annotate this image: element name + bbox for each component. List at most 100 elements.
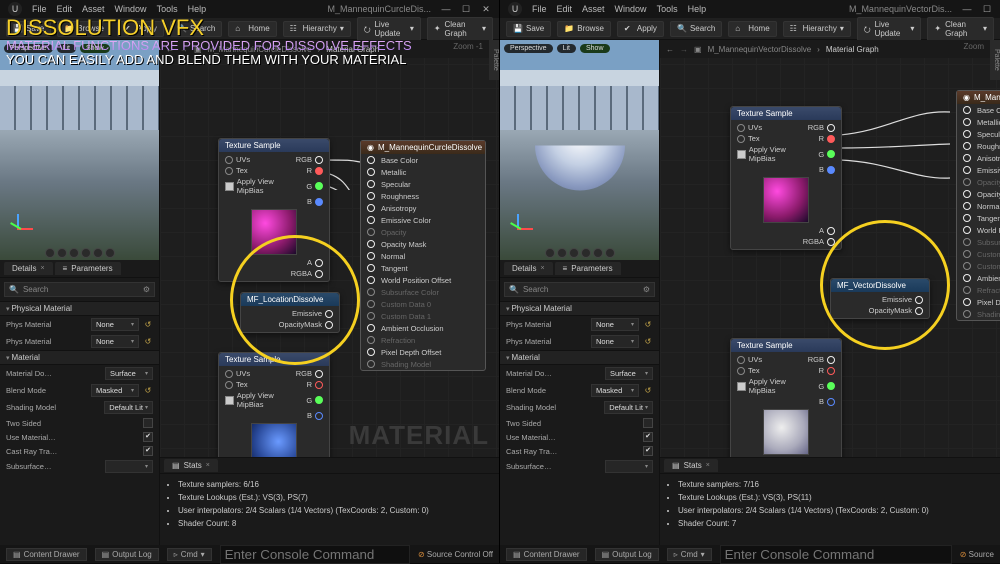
gear-icon[interactable]: ⚙ (643, 285, 650, 294)
usemat-checkbox[interactable] (643, 432, 653, 442)
reset-icon[interactable]: ↺ (143, 386, 153, 396)
minimize-icon[interactable]: — (962, 4, 972, 14)
gear-icon[interactable]: ⚙ (143, 285, 150, 294)
maximize-icon[interactable]: ☐ (982, 4, 992, 15)
menu-file[interactable]: File (532, 4, 547, 14)
tab-stats[interactable]: ▤Stats× (664, 459, 718, 472)
clean-graph-button[interactable]: ✦Clean Graph▾ (927, 17, 994, 41)
browse-button[interactable]: 📁Browse (557, 21, 611, 37)
domain-dropdown[interactable]: Surface (105, 367, 153, 380)
material-graph[interactable]: ← → ▣ M_MannequinVectorDissolve › Materi… (660, 40, 1000, 545)
reset-icon[interactable]: ↺ (643, 320, 653, 330)
reset-icon[interactable]: ↺ (643, 386, 653, 396)
texture-thumb[interactable] (763, 409, 809, 455)
output-log-button[interactable]: ▤Output Log (95, 548, 159, 561)
fwd-icon[interactable]: → (680, 45, 688, 54)
cmd-button[interactable]: ▹Cmd▾ (167, 548, 212, 561)
close-icon[interactable]: ✕ (481, 4, 491, 15)
castray-checkbox[interactable] (643, 446, 653, 456)
crumb-asset[interactable]: M_MannequinVectorDissolve (708, 45, 812, 54)
node-material-output[interactable]: ◉M_MannequinVectorDissolve Base Color Me… (956, 90, 1000, 321)
menu-window[interactable]: Window (615, 4, 647, 14)
content-drawer-button[interactable]: ▤Content Drawer (6, 548, 87, 561)
crumb-leaf[interactable]: Material Graph (826, 45, 879, 54)
maximize-icon[interactable]: ☐ (461, 4, 471, 15)
back-icon[interactable]: ← (666, 45, 674, 54)
menu-asset[interactable]: Asset (82, 4, 105, 14)
twosided-checkbox[interactable] (143, 418, 153, 428)
view-perspective[interactable]: Perspective (504, 44, 553, 53)
menu-asset[interactable]: Asset (582, 4, 605, 14)
details-search[interactable]: 🔍Search⚙ (504, 282, 655, 297)
output-log-button[interactable]: ▤Output Log (595, 548, 659, 561)
section-physical-material[interactable]: Physical Material (500, 301, 659, 316)
shading-dropdown[interactable]: Default Lit (104, 401, 153, 414)
material-graph[interactable]: ← → ▣ M_MannequinCurcleDissolve › Materi… (160, 40, 499, 545)
menu-file[interactable]: File (32, 4, 47, 14)
menu-help[interactable]: Help (688, 4, 707, 14)
texture-thumb[interactable] (251, 209, 297, 255)
minimize-icon[interactable]: — (441, 4, 451, 14)
console-input[interactable] (220, 545, 410, 564)
mip-checkbox[interactable] (737, 382, 746, 391)
console-input[interactable] (720, 545, 952, 564)
save-button[interactable]: 💾Save (506, 21, 551, 37)
section-material[interactable]: Material (500, 350, 659, 365)
castray-checkbox[interactable] (143, 446, 153, 456)
shape-tray[interactable] (45, 248, 115, 258)
physmat2-dropdown[interactable]: None (591, 335, 639, 348)
reset-icon[interactable]: ↺ (143, 337, 153, 347)
details-search[interactable]: 🔍Search⚙ (4, 282, 155, 297)
palette-tab[interactable]: Palette (990, 40, 1000, 80)
source-control-status[interactable]: ⊘ Source (960, 550, 994, 559)
shape-tray[interactable] (545, 248, 615, 258)
physmat-dropdown[interactable]: None (91, 318, 139, 331)
view-show[interactable]: Show (580, 44, 610, 53)
hierarchy-button[interactable]: ☷Hierarchy▾ (783, 21, 851, 37)
tab-details[interactable]: Details× (504, 262, 553, 275)
tab-details[interactable]: Details× (4, 262, 53, 275)
live-update-button[interactable]: ⭮Live Update▾ (857, 17, 921, 41)
tab-stats[interactable]: ▤Stats× (164, 459, 218, 472)
node-texture-sample-top[interactable]: Texture Sample UVsRGB TexR Apply View Mi… (730, 106, 842, 250)
view-lit[interactable]: Lit (557, 44, 576, 53)
menu-tools[interactable]: Tools (157, 4, 178, 14)
clean-graph-button[interactable]: ✦Clean Graph▾ (427, 17, 493, 41)
mip-checkbox[interactable] (225, 396, 234, 405)
apply-button[interactable]: ✔Apply (617, 21, 664, 37)
content-drawer-button[interactable]: ▤Content Drawer (506, 548, 587, 561)
menu-tools[interactable]: Tools (657, 4, 678, 14)
node-texture-sample-top[interactable]: Texture Sample UVsRGB TexR Apply View Mi… (218, 138, 330, 282)
cmd-button[interactable]: ▹Cmd▾ (667, 548, 712, 561)
usemat-checkbox[interactable] (143, 432, 153, 442)
domain-dropdown[interactable]: Surface (605, 367, 653, 380)
mip-checkbox[interactable] (737, 150, 746, 159)
search-button[interactable]: 🔍Search (670, 21, 722, 37)
node-material-output[interactable]: ◉M_MannequinCurcleDissolve Base Color Me… (360, 140, 486, 371)
blend-dropdown[interactable]: Masked (91, 384, 139, 397)
twosided-checkbox[interactable] (643, 418, 653, 428)
palette-tab[interactable]: Palette (489, 40, 499, 80)
tab-parameters[interactable]: ≡Parameters (555, 262, 621, 275)
section-physical-material[interactable]: Physical Material (0, 301, 159, 316)
physmat2-dropdown[interactable]: None (91, 335, 139, 348)
reset-icon[interactable]: ↺ (643, 337, 653, 347)
reset-icon[interactable]: ↺ (143, 320, 153, 330)
blend-dropdown[interactable]: Masked (591, 384, 639, 397)
shading-dropdown[interactable]: Default Lit (604, 401, 653, 414)
menu-help[interactable]: Help (188, 4, 207, 14)
texture-thumb[interactable] (763, 177, 809, 223)
source-control-status[interactable]: ⊘ Source Control Off (418, 550, 493, 559)
tab-parameters[interactable]: ≡Parameters (55, 262, 121, 275)
node-mf-location-dissolve[interactable]: MF_LocationDissolve Emissive OpacityMask (240, 292, 340, 333)
menu-edit[interactable]: Edit (57, 4, 73, 14)
preview-viewport[interactable]: Perspective Lit Show (500, 40, 659, 260)
menu-window[interactable]: Window (115, 4, 147, 14)
preview-viewport[interactable]: Perspective Lit Show (0, 40, 159, 260)
section-material[interactable]: Material (0, 350, 159, 365)
home-button[interactable]: ⌂Home (728, 21, 776, 37)
node-mf-vector-dissolve[interactable]: MF_VectorDissolve Emissive OpacityMask (830, 278, 930, 319)
menu-edit[interactable]: Edit (557, 4, 573, 14)
subsurf-dropdown[interactable] (105, 460, 153, 473)
mip-checkbox[interactable] (225, 182, 234, 191)
